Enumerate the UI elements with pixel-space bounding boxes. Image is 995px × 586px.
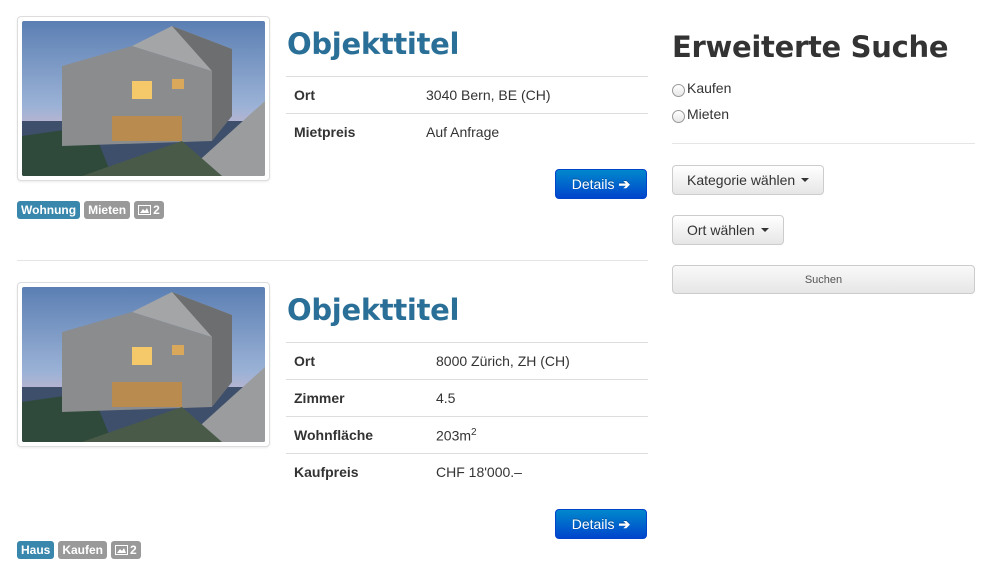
arrow-right-icon: ➔ xyxy=(618,175,631,192)
property-value: 4.5 xyxy=(428,379,648,417)
arrow-right-icon: ➔ xyxy=(618,515,631,532)
location-dropdown[interactable]: Ort wählen xyxy=(672,215,784,245)
listing-title[interactable]: Objekttitel xyxy=(287,293,459,327)
radio-button[interactable] xyxy=(672,110,685,123)
table-row: Ort 8000 Zürich, ZH (CH) xyxy=(286,342,648,380)
table-row: Mietpreis Auf Anfrage xyxy=(286,113,648,151)
type-badge: Haus xyxy=(17,541,55,559)
radio-kaufen[interactable]: Kaufen xyxy=(672,78,731,97)
listing-photo[interactable] xyxy=(17,16,270,181)
listing-photo[interactable] xyxy=(17,282,270,447)
radio-mieten[interactable]: Mieten xyxy=(672,104,729,123)
listing-divider xyxy=(17,260,648,261)
image-count: 2 xyxy=(153,203,160,217)
location-label: Ort wählen xyxy=(687,222,755,238)
property-key: Wohnfläche xyxy=(286,416,428,454)
table-row: Zimmer 4.5 xyxy=(286,379,648,417)
property-value: 203m2 xyxy=(428,416,648,454)
details-button[interactable]: Details ➔ xyxy=(555,169,647,199)
category-dropdown[interactable]: Kategorie wählen xyxy=(672,165,825,195)
image-icon xyxy=(138,205,152,215)
sidebar-divider xyxy=(672,143,975,144)
property-value: 8000 Zürich, ZH (CH) xyxy=(428,342,648,380)
sidebar-heading: Erweiterte Suche xyxy=(672,30,949,64)
details-label: Details xyxy=(571,516,615,532)
property-key: Kaufpreis xyxy=(286,453,428,491)
area-unit-exponent: 2 xyxy=(471,426,477,438)
table-row: Kaufpreis CHF 18'000.– xyxy=(286,453,648,491)
caret-down-icon xyxy=(760,228,769,232)
radio-button[interactable] xyxy=(672,84,685,97)
category-label: Kategorie wählen xyxy=(687,172,796,188)
image-icon xyxy=(115,545,129,555)
house-photo-image xyxy=(22,287,265,442)
house-photo-image xyxy=(22,21,265,176)
radio-label: Kaufen xyxy=(687,79,732,96)
details-label: Details xyxy=(571,176,615,192)
property-value: CHF 18'000.– xyxy=(428,453,648,491)
search-button[interactable]: Suchen xyxy=(672,265,975,294)
area-value: 203m xyxy=(436,427,472,444)
offer-badge: Kaufen xyxy=(58,541,108,559)
property-key: Ort xyxy=(286,342,428,380)
property-key: Zimmer xyxy=(286,379,428,417)
listing-badges: Haus Kaufen 2 xyxy=(17,541,141,559)
listing-title[interactable]: Objekttitel xyxy=(287,27,459,61)
property-value: 3040 Bern, BE (CH) xyxy=(418,76,648,114)
type-badge: Wohnung xyxy=(17,201,81,219)
property-table: Ort 3040 Bern, BE (CH) Mietpreis Auf Anf… xyxy=(286,76,648,151)
property-table: Ort 8000 Zürich, ZH (CH) Zimmer 4.5 Wohn… xyxy=(286,342,648,491)
property-value: Auf Anfrage xyxy=(418,113,648,151)
image-count-badge: 2 xyxy=(134,201,164,219)
radio-label: Mieten xyxy=(687,105,730,122)
table-row: Ort 3040 Bern, BE (CH) xyxy=(286,76,648,114)
listing-badges: Wohnung Mieten 2 xyxy=(17,201,164,219)
property-key: Ort xyxy=(286,76,418,114)
image-count-badge: 2 xyxy=(111,541,141,559)
image-count: 2 xyxy=(130,543,137,557)
property-key: Mietpreis xyxy=(286,113,418,151)
offer-badge: Mieten xyxy=(84,201,131,219)
caret-down-icon xyxy=(801,178,810,182)
table-row: Wohnfläche 203m2 xyxy=(286,416,648,454)
details-button[interactable]: Details ➔ xyxy=(555,509,647,539)
